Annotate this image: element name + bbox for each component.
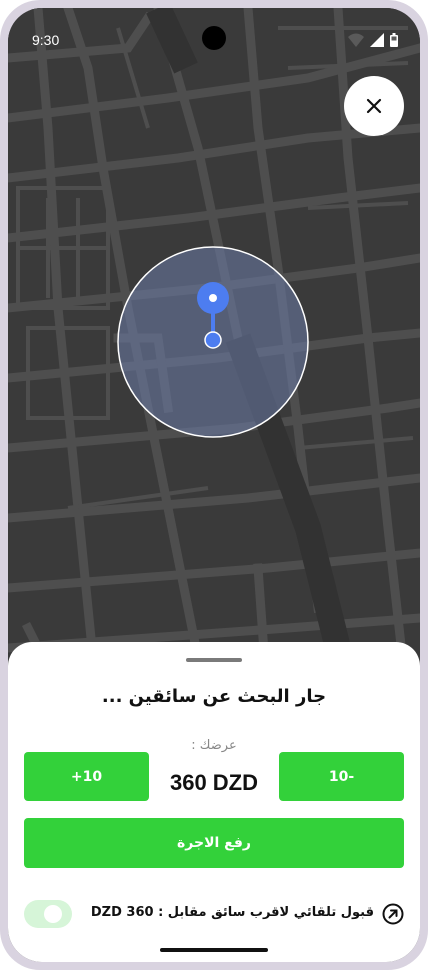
wifi-icon: [348, 33, 364, 47]
decrease-fare-button[interactable]: 10-: [279, 752, 404, 801]
camera-cutout: [202, 26, 226, 50]
close-button[interactable]: [344, 76, 404, 136]
auto-accept-row: قبول تلقائي لاقرب سائق مقابل : 360 DZD: [24, 897, 404, 931]
status-bar: 9:30: [8, 8, 420, 56]
offer-price: 360 DZD: [169, 770, 259, 795]
toggle-knob: [44, 905, 62, 923]
arrow-up-right-icon[interactable]: [382, 903, 404, 925]
device-frame: 9:30 جار البحث عن سائقين ... عرضك : +10 …: [0, 0, 428, 970]
bottom-sheet: جار البحث عن سائقين ... عرضك : +10 360 D…: [8, 642, 420, 962]
close-icon: [366, 98, 382, 114]
searching-title: جار البحث عن سائقين ...: [101, 686, 327, 707]
raise-fare-button[interactable]: رفع الاجرة: [24, 818, 404, 868]
home-indicator[interactable]: [160, 948, 268, 952]
auto-accept-toggle[interactable]: [24, 900, 72, 928]
battery-icon: [390, 33, 398, 47]
offer-label: عرضك :: [191, 738, 237, 753]
screen: 9:30 جار البحث عن سائقين ... عرضك : +10 …: [8, 8, 420, 962]
sheet-handle[interactable]: [186, 658, 242, 662]
auto-accept-label: قبول تلقائي لاقرب سائق مقابل : 360 DZD: [90, 905, 374, 920]
increase-fare-button[interactable]: +10: [24, 752, 149, 801]
system-icons: [348, 33, 398, 47]
signal-icon: [370, 33, 384, 47]
status-time: 9:30: [32, 32, 60, 48]
